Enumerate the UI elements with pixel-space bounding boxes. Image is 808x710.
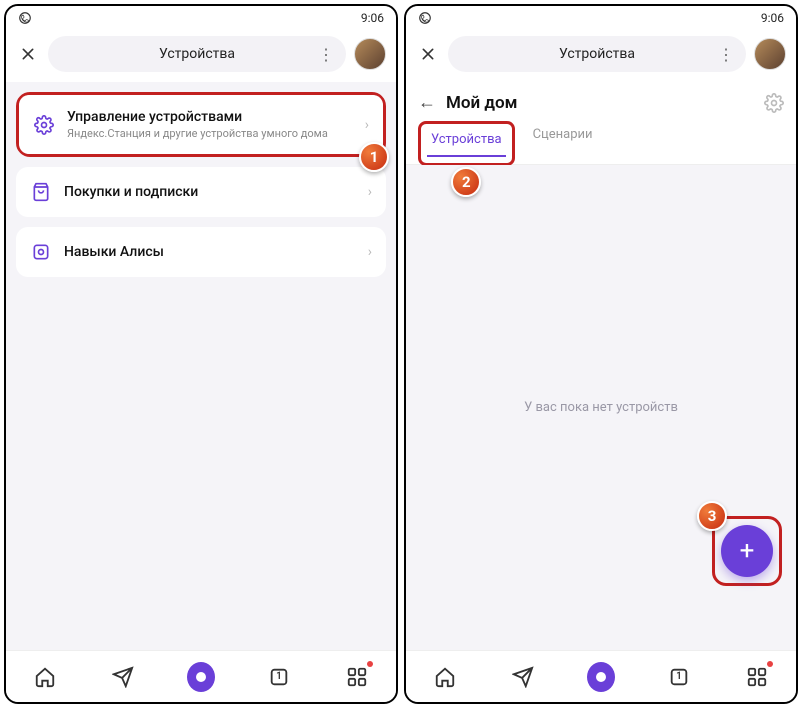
nav-alice[interactable] bbox=[187, 663, 215, 691]
empty-text: У вас пока нет устройств bbox=[524, 400, 678, 415]
card-title: Покупки и подписки bbox=[64, 184, 356, 200]
card-title: Управление устройствами bbox=[67, 109, 353, 125]
header-title: Устройства bbox=[159, 46, 235, 62]
chevron-right-icon: › bbox=[368, 184, 372, 200]
step-badge-2: 2 bbox=[451, 167, 481, 197]
nav-home[interactable] bbox=[431, 663, 459, 691]
nav-send[interactable] bbox=[109, 663, 137, 691]
bag-icon bbox=[30, 181, 52, 203]
settings-button[interactable] bbox=[764, 93, 784, 113]
tab-devices[interactable]: Устройства bbox=[427, 126, 506, 157]
subheader: ← Мой дом bbox=[406, 82, 796, 113]
avatar[interactable] bbox=[754, 38, 786, 70]
content-area: Управление устройствами Яндекс.Станция и… bbox=[6, 82, 396, 650]
card-purchases[interactable]: Покупки и подписки › bbox=[16, 167, 386, 217]
nav-tabs[interactable]: 1 bbox=[265, 663, 293, 691]
header: Устройства ⋮ bbox=[406, 30, 796, 82]
status-time: 9:06 bbox=[761, 11, 784, 25]
avatar[interactable] bbox=[354, 38, 386, 70]
card-manage-devices[interactable]: Управление устройствами Яндекс.Станция и… bbox=[19, 95, 383, 154]
bottom-nav: 1 bbox=[406, 650, 796, 702]
card-alice-skills[interactable]: Навыки Алисы › bbox=[16, 227, 386, 277]
more-icon[interactable]: ⋮ bbox=[318, 45, 334, 64]
page-title: Мой дом bbox=[446, 93, 754, 113]
card-subtitle: Яндекс.Станция и другие устройства умног… bbox=[67, 127, 353, 140]
status-time: 9:06 bbox=[361, 11, 384, 25]
header-title: Устройства bbox=[559, 46, 635, 62]
more-icon[interactable]: ⋮ bbox=[718, 45, 734, 64]
chevron-right-icon: › bbox=[365, 117, 369, 133]
back-button[interactable]: ← bbox=[418, 92, 436, 113]
chevron-right-icon: › bbox=[368, 244, 372, 260]
add-device-button[interactable]: + bbox=[721, 525, 773, 577]
close-button[interactable] bbox=[416, 42, 440, 66]
header-title-pill: Устройства ⋮ bbox=[48, 36, 346, 72]
alice-icon bbox=[187, 662, 215, 692]
status-bar: 9:06 bbox=[406, 6, 796, 30]
tab-scenarios[interactable]: Сценарии bbox=[529, 121, 597, 164]
status-bar: 9:06 bbox=[6, 6, 396, 30]
step-badge-3: 3 bbox=[697, 501, 727, 531]
header-title-pill: Устройства ⋮ bbox=[448, 36, 746, 72]
nav-home[interactable] bbox=[31, 663, 59, 691]
gear-icon bbox=[33, 114, 55, 136]
tab-count: 1 bbox=[676, 671, 682, 682]
whatsapp-icon bbox=[18, 11, 32, 25]
highlight-devices-tab: Устройства 2 bbox=[418, 121, 515, 166]
screenshot-left: 9:06 Устройства ⋮ Управление устройствам… bbox=[4, 4, 398, 704]
skills-icon bbox=[30, 241, 52, 263]
highlight-fab: + 3 bbox=[712, 516, 782, 586]
tab-count: 1 bbox=[276, 671, 282, 682]
whatsapp-icon bbox=[418, 11, 432, 25]
header: Устройства ⋮ bbox=[6, 30, 396, 82]
highlight-manage-devices: Управление устройствами Яндекс.Станция и… bbox=[16, 92, 386, 157]
nav-apps[interactable] bbox=[743, 663, 771, 691]
empty-state: У вас пока нет устройств + 3 bbox=[406, 165, 796, 650]
nav-alice[interactable] bbox=[587, 663, 615, 691]
close-button[interactable] bbox=[16, 42, 40, 66]
alice-icon bbox=[587, 662, 615, 692]
screenshot-right: 9:06 Устройства ⋮ ← Мой дом Устройства 2… bbox=[404, 4, 798, 704]
bottom-nav: 1 bbox=[6, 650, 396, 702]
card-title: Навыки Алисы bbox=[64, 244, 356, 260]
nav-tabs[interactable]: 1 bbox=[665, 663, 693, 691]
step-badge-1: 1 bbox=[359, 142, 389, 172]
nav-apps[interactable] bbox=[343, 663, 371, 691]
nav-send[interactable] bbox=[509, 663, 537, 691]
tabs: Устройства 2 Сценарии bbox=[406, 113, 796, 165]
